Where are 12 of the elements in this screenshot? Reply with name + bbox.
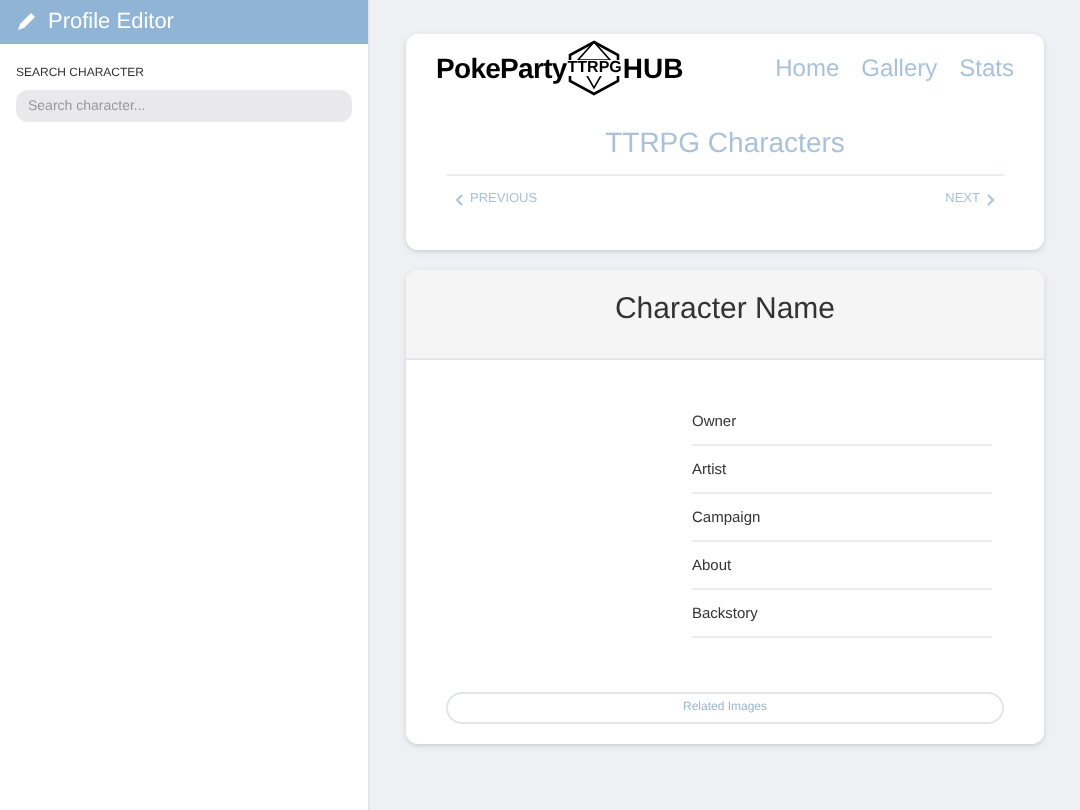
pencil-icon	[16, 12, 36, 32]
chevron-left-icon	[454, 193, 464, 206]
nav-link[interactable]: Gallery	[861, 50, 938, 86]
page-title: TTRPG Characters	[603, 124, 847, 162]
character-name: Character Name	[614, 290, 836, 330]
logo-text: TTRPG	[567, 60, 622, 76]
logo-text: HUB	[622, 49, 684, 87]
chevron-right-icon	[986, 193, 996, 206]
nav-link[interactable]: Stats	[959, 50, 1014, 86]
sidebar-title: Profile Editor	[48, 7, 174, 38]
nav-link[interactable]: Home	[775, 50, 840, 86]
logo-text: PokeParty	[436, 49, 567, 88]
